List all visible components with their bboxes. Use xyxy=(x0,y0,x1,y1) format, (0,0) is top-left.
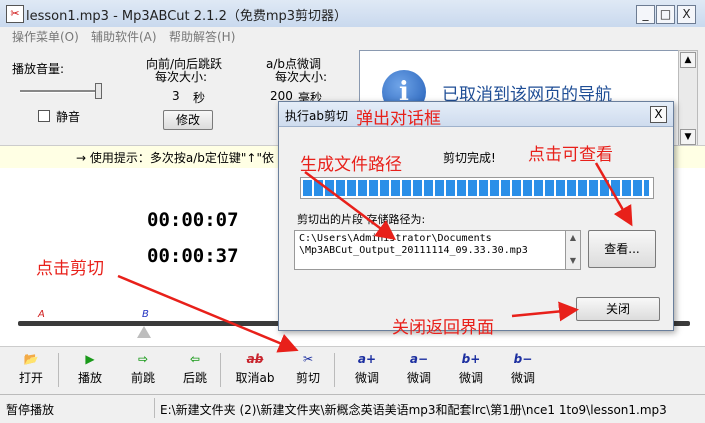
annotation-close-return: 关闭返回界面 xyxy=(392,318,494,338)
annotation-generate-path: 生成文件路径 xyxy=(300,155,402,175)
annotation-click-cut: 点击剪切 xyxy=(36,259,104,279)
arrow-to-close xyxy=(511,301,579,322)
annotation-click-view: 点击可查看 xyxy=(528,145,613,165)
arrow-to-cut xyxy=(117,274,299,353)
annotation-popup: 弹出对话框 xyxy=(356,109,441,129)
arrow-to-path xyxy=(304,170,397,240)
annotation-arrows xyxy=(117,162,633,353)
arrow-to-view xyxy=(594,162,633,227)
